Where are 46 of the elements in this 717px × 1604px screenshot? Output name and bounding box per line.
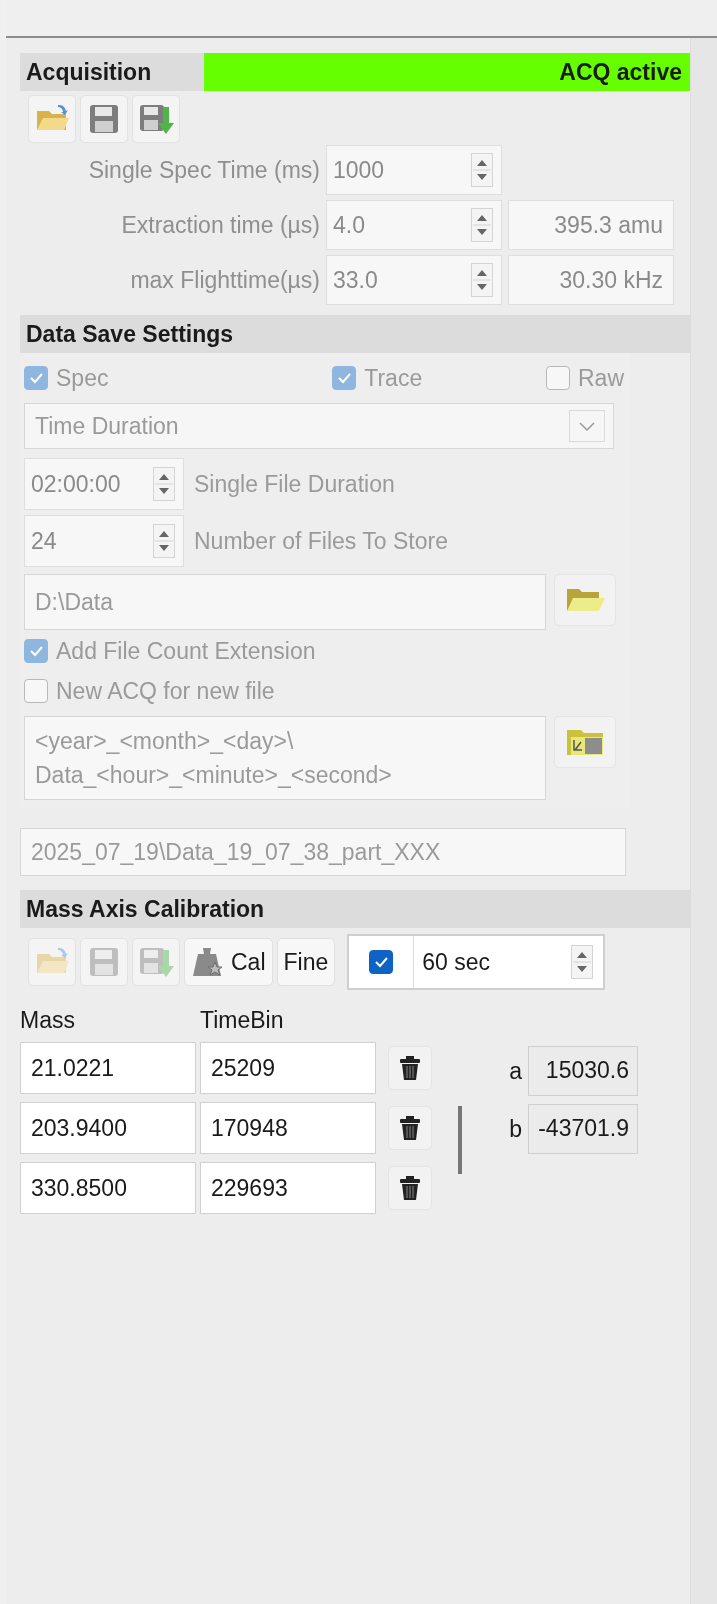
floppy-disk-button[interactable] — [80, 95, 128, 143]
readout-field: 30.30 kHz — [508, 255, 674, 305]
table-cell[interactable]: 203.9400 — [20, 1102, 196, 1154]
trash-icon — [399, 1175, 421, 1201]
checkbox-label: Spec — [56, 364, 109, 392]
table-cell[interactable]: 229693 — [200, 1162, 376, 1214]
floppy-download-button[interactable] — [132, 95, 180, 143]
table-cell[interactable]: 25209 — [200, 1042, 376, 1094]
column-header: TimeBin — [200, 1006, 285, 1034]
field-label: max Flighttime(µs) — [129, 266, 320, 295]
spin-arrows-icon[interactable] — [571, 945, 594, 979]
coefficient-label: b — [508, 1115, 522, 1143]
section-title: Acquisition — [25, 58, 153, 86]
field-label: Number of Files To Store — [194, 527, 448, 555]
section-title: Data Save Settings — [25, 320, 234, 348]
delete-button[interactable] — [388, 1046, 432, 1090]
fine-button[interactable]: Fine — [276, 938, 336, 986]
delete-button[interactable] — [388, 1166, 432, 1210]
auto-interval-spin-box[interactable]: 60 sec — [347, 934, 606, 990]
checkbox-label: Add File Count Extension — [56, 637, 316, 665]
field-label: Single File Duration — [194, 470, 395, 498]
file-name-preview-field: 2025_07_19\Data_19_07_38_part_XXX — [20, 828, 626, 876]
spin-arrows-icon[interactable] — [471, 153, 493, 187]
field-label: Single Spec Time (ms) — [87, 156, 320, 185]
column-header: Mass — [20, 1006, 76, 1034]
table-cell[interactable]: 21.0221 — [20, 1042, 196, 1094]
section-title: Mass Axis Calibration — [25, 895, 265, 923]
readout-field: 395.3 amu — [508, 200, 674, 250]
checkbox-label: Raw — [578, 364, 624, 392]
coefficient-label: a — [508, 1057, 522, 1085]
trash-icon — [399, 1055, 421, 1081]
checkbox[interactable] — [369, 950, 394, 974]
spin-arrows-icon[interactable] — [471, 263, 493, 297]
table-cell[interactable]: 170948 — [200, 1102, 376, 1154]
trash-icon — [399, 1115, 421, 1141]
status-indicator: ACQ active — [204, 53, 690, 91]
delete-button[interactable] — [388, 1106, 432, 1150]
calibrate-button[interactable]: Cal — [184, 938, 273, 986]
checkbox-label: Trace — [364, 364, 423, 392]
chevron-down-icon — [569, 410, 605, 442]
coefficient-field: -43701.9 — [528, 1104, 638, 1154]
table-cell[interactable]: 330.8500 — [20, 1162, 196, 1214]
spin-arrows-icon[interactable] — [471, 208, 493, 242]
coefficient-field: 15030.6 — [528, 1046, 638, 1096]
checkbox-label: New ACQ for new file — [56, 677, 275, 705]
field-label: Extraction time (µs) — [120, 211, 320, 240]
